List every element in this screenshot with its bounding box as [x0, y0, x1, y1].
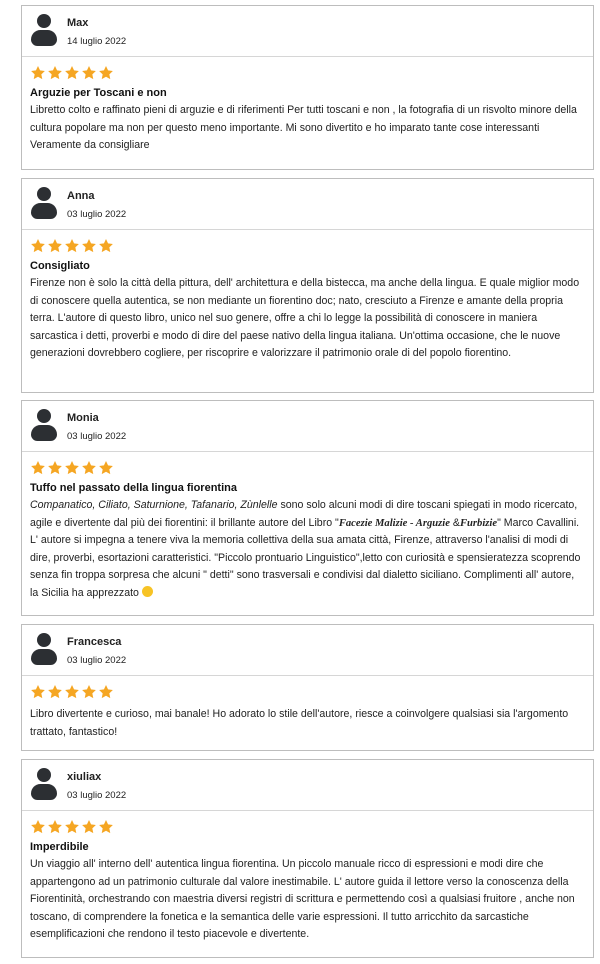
star-icon	[65, 461, 79, 475]
star-icon	[48, 66, 62, 80]
rating-stars	[30, 65, 585, 83]
review-card: Max 14 luglio 2022 Arguzie per Toscani e…	[21, 5, 594, 170]
star-icon	[82, 66, 96, 80]
review-card: xiuliax 03 luglio 2022 Imperdibile Un vi…	[21, 759, 594, 958]
star-icon	[31, 820, 45, 834]
review-title: Imperdibile	[30, 841, 89, 853]
reviewer-name: Anna	[67, 190, 95, 202]
review-title: Consigliato	[30, 260, 90, 272]
star-icon	[65, 820, 79, 834]
review-header: Max 14 luglio 2022	[22, 6, 593, 57]
review-header: Anna 03 luglio 2022	[22, 179, 593, 230]
star-icon	[31, 685, 45, 699]
review-date: 03 luglio 2022	[67, 655, 127, 666]
star-icon	[99, 461, 113, 475]
star-icon	[99, 685, 113, 699]
book-title: Furbizie	[459, 517, 498, 529]
review-title: Arguzie per Toscani e non	[30, 87, 167, 99]
review-text: Firenze non è solo la città della pittur…	[30, 277, 580, 359]
review-date: 03 luglio 2022	[67, 431, 127, 442]
user-avatar-icon	[31, 633, 57, 667]
reviewer-name: Monia	[67, 412, 99, 424]
review-date: 03 luglio 2022	[67, 209, 127, 220]
star-icon	[99, 820, 113, 834]
user-avatar-icon	[31, 768, 57, 802]
reviewer-name: Max	[67, 17, 89, 29]
reviewer-name: Francesca	[67, 636, 122, 648]
review-text: Un viaggio all' interno dell' autentica …	[30, 858, 575, 940]
review-card: Francesca 03 luglio 2022 Libro divertent…	[21, 624, 594, 751]
star-icon	[99, 239, 113, 253]
review-date: 14 luglio 2022	[67, 36, 127, 47]
user-avatar-icon	[31, 14, 57, 48]
star-icon	[48, 239, 62, 253]
rating-stars	[30, 238, 585, 256]
star-icon	[65, 66, 79, 80]
review-card: Monia 03 luglio 2022 Tuffo nel passato d…	[21, 400, 594, 616]
star-icon	[82, 685, 96, 699]
user-avatar-icon	[31, 187, 57, 221]
reviewer-name: xiuliax	[67, 771, 102, 783]
review-text-italic: Companatico, Ciliato, Saturnione, Tafana…	[30, 499, 278, 511]
star-icon	[82, 820, 96, 834]
star-icon	[65, 685, 79, 699]
review-text: Libro divertente e curioso, mai banale! …	[30, 708, 569, 738]
reviews-list: Max 14 luglio 2022 Arguzie per Toscani e…	[0, 0, 600, 964]
rating-stars	[30, 684, 585, 702]
star-icon	[48, 685, 62, 699]
book-title: Facezie Malizie - Arguzie	[338, 517, 450, 529]
star-icon	[65, 239, 79, 253]
star-icon	[31, 239, 45, 253]
review-header: Francesca 03 luglio 2022	[22, 625, 593, 676]
user-avatar-icon	[31, 409, 57, 443]
star-icon	[48, 461, 62, 475]
star-icon	[31, 66, 45, 80]
review-text-part: &	[449, 516, 460, 529]
smile-emoji-icon	[141, 585, 153, 597]
star-icon	[31, 461, 45, 475]
review-date: 03 luglio 2022	[67, 790, 127, 801]
review-text: Companatico, Ciliato, Saturnione, Tafana…	[30, 497, 585, 602]
star-icon	[82, 461, 96, 475]
review-header: xiuliax 03 luglio 2022	[22, 760, 593, 811]
review-text: Libretto colto e raffinato pieni di argu…	[30, 104, 577, 151]
rating-stars	[30, 460, 585, 478]
review-title: Tuffo nel passato della lingua fiorentin…	[30, 482, 237, 494]
star-icon	[82, 239, 96, 253]
rating-stars	[30, 819, 585, 837]
review-card: Anna 03 luglio 2022 Consigliato Firenze …	[21, 178, 594, 393]
review-header: Monia 03 luglio 2022	[22, 401, 593, 452]
star-icon	[99, 66, 113, 80]
star-icon	[48, 820, 62, 834]
